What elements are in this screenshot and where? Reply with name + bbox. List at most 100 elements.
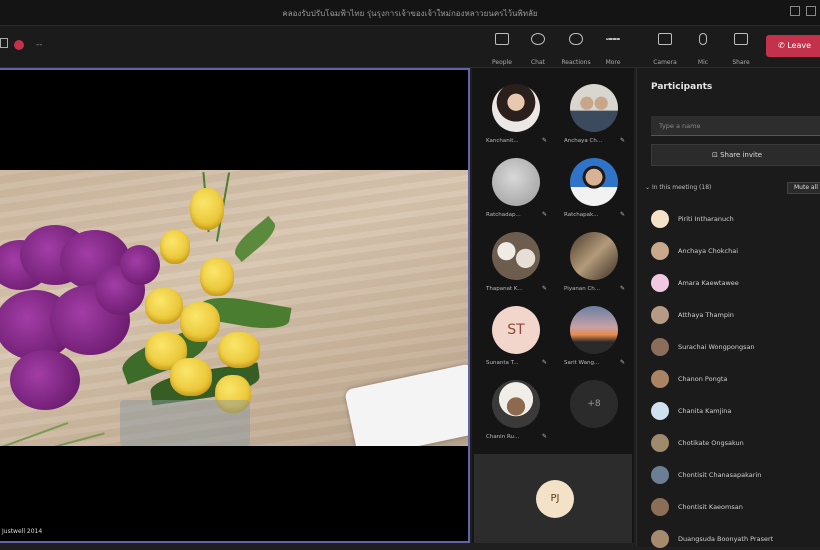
participant-name: Anchaya Chokchai [678,247,739,255]
shared-video-stage[interactable]: Justwell 2014 [0,68,470,543]
shared-photo-flowers [0,170,468,446]
mic-icon: ✎ [620,137,626,144]
participant-name: Chanon Pongta [678,375,728,383]
mute-all-button[interactable]: Mute all [787,182,820,194]
leave-button[interactable]: ✆ Leave [766,35,820,57]
mic-icon: ✎ [542,359,548,366]
participant-tile[interactable]: Sarit Wang... ✎ [554,298,630,372]
avatar [570,306,618,354]
panel-title: Participants [651,82,713,92]
participant-tile[interactable]: Anchaya Ch... ✎ [554,76,630,150]
participant-row[interactable]: Anchaya Chokchai [651,240,820,262]
more-participants-tile[interactable]: +8 [554,372,630,446]
avatar [492,158,540,206]
avatar [570,232,618,280]
participant-name: Duangsuda Boonyath Prasert [678,535,774,543]
avatar [651,242,669,260]
participant-tile[interactable]: Kanchanit... ✎ [476,76,552,150]
participant-row[interactable]: Atthaya Thampin [651,304,820,326]
reactions-icon [569,33,583,45]
participant-tile[interactable]: Ratchadap... ✎ [476,150,552,224]
participant-tile[interactable]: Piyanan Ch... ✎ [554,224,630,298]
camera-icon [658,33,672,45]
share-invite-button[interactable]: ⊡ Share invite [651,144,820,166]
mic-icon: ✎ [542,137,548,144]
reactions-button[interactable]: Reactions [559,30,593,66]
participant-row[interactable]: Chontisit Kaeomsan [651,496,820,518]
minimize-icon[interactable] [790,6,800,16]
avatar [570,84,618,132]
participants-panel: Participants Type a name ⊡ Share invite … [636,68,820,548]
avatar [492,84,540,132]
people-button[interactable]: People [485,30,519,66]
participant-tile[interactable]: ST Sunanta T... ✎ [476,298,552,372]
avatar [651,370,669,388]
self-view[interactable]: PJ [474,454,632,543]
people-icon [495,33,509,45]
mic-icon: ✎ [620,359,626,366]
participant-row[interactable]: Chotikate Ongsakun [651,432,820,454]
mic-icon: ✎ [620,211,626,218]
search-input[interactable]: Type a name [651,116,820,136]
participant-row[interactable]: Chanon Pongta [651,368,820,390]
avatar [651,402,669,420]
avatar [651,530,669,548]
participant-name: Chotikate Ongsakun [678,439,744,447]
self-avatar: PJ [536,480,574,518]
participant-gallery: Kanchanit... ✎ Anchaya Ch... ✎ Ratchadap..… [472,68,634,543]
window-title: คลองรับปรับโฉมฟ้าไทย รุ่นรุงการเจ้าของเจ… [282,9,538,18]
avatar-initials: ST [492,306,540,354]
mic-icon [699,33,707,45]
chat-button[interactable]: Chat [521,30,555,66]
mic-button[interactable]: Mic [686,30,720,66]
share-invite-icon: ⊡ [711,151,721,159]
avatar [651,210,669,228]
camera-button[interactable]: Camera [648,30,682,66]
avatar [492,380,540,428]
avatar [570,158,618,206]
participant-name: Surachai Wongpongsan [678,343,755,351]
mic-icon: ✎ [542,433,548,440]
more-count: +8 [570,380,618,428]
avatar [651,466,669,484]
phone-icon: ✆ [778,41,788,50]
participant-row[interactable]: Chontisit Chanasapakarin [651,464,820,486]
participant-name: Atthaya Thampin [678,311,734,319]
meeting-timer: -- [36,40,43,50]
more-icon [606,38,620,40]
mic-icon: ✎ [542,285,548,292]
participant-row[interactable]: Chanita Kamjina [651,400,820,422]
mic-icon: ✎ [620,285,626,292]
title-bar: คลองรับปรับโฉมฟ้าไทย รุ่นรุงการเจ้าของเจ… [0,0,820,26]
more-button[interactable]: More [596,30,630,66]
meeting-toolbar: -- People Chat Reactions More Camera Mic… [0,26,820,68]
participant-row[interactable]: Surachai Wongpongsan [651,336,820,358]
participant-tile[interactable]: Chanin Ru... ✎ [476,372,552,446]
layout-icon[interactable] [0,38,8,48]
presenter-name-label: Justwell 2014 [2,528,43,535]
mic-icon: ✎ [542,211,548,218]
participant-tile[interactable]: Ratchapak... ✎ [554,150,630,224]
participant-name: Chontisit Kaeomsan [678,503,743,511]
record-icon [14,40,24,50]
participant-name: Piriti Intharanuch [678,215,734,223]
avatar [651,274,669,292]
avatar [492,232,540,280]
avatar [651,338,669,356]
share-button[interactable]: Share [724,30,758,66]
participant-row[interactable]: Piriti Intharanuch [651,208,820,230]
share-icon [734,33,748,45]
chat-icon [531,33,545,45]
participant-name: Amara Kaewtawee [678,279,739,287]
participant-row[interactable]: Amara Kaewtawee [651,272,820,294]
avatar [651,434,669,452]
participant-name: Chontisit Chanasapakarin [678,471,762,479]
chevron-down-icon: ⌄ [645,184,652,191]
vase [120,400,250,446]
maximize-icon[interactable] [806,6,816,16]
participant-tile[interactable]: Thapanat K... ✎ [476,224,552,298]
in-meeting-section[interactable]: ⌄ In this meeting (18) [645,184,711,191]
avatar [651,498,669,516]
avatar [651,306,669,324]
participant-name: Chanita Kamjina [678,407,732,415]
